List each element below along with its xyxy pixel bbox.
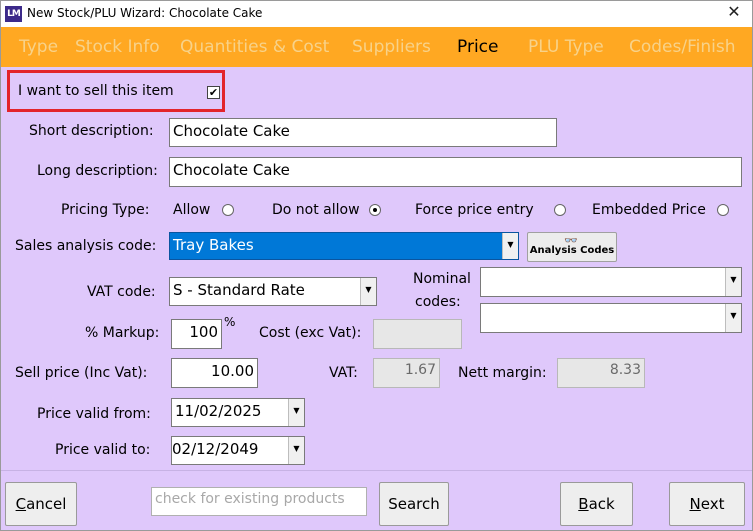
price-valid-from-picker[interactable]: 11/02/2025 ▼ [171, 398, 305, 427]
pricing-allow-radio[interactable] [222, 204, 234, 216]
vat-code-label: VAT code: [87, 284, 156, 300]
tab-codes-finish[interactable]: Codes/Finish [629, 37, 736, 57]
tab-quantities-cost[interactable]: Quantities & Cost [180, 37, 329, 57]
cancel-button[interactable]: Cancel [5, 482, 77, 526]
next-button-label: ext [700, 495, 725, 513]
next-button[interactable]: Next [669, 482, 745, 526]
search-button[interactable]: Search [379, 482, 449, 526]
nett-margin-field: 8.33 [557, 358, 645, 388]
pricing-force-price-label: Force price entry [415, 202, 534, 218]
sell-item-highlight: I want to sell this item ✔ [7, 70, 225, 112]
chevron-down-icon[interactable]: ▼ [360, 278, 376, 305]
markup-input[interactable]: 100 [171, 319, 222, 349]
long-description-input[interactable]: Chocolate Cake [169, 157, 742, 187]
price-valid-from-label: Price valid from: [37, 406, 151, 422]
chevron-down-icon[interactable]: ▼ [725, 304, 741, 332]
pricing-allow-label: Allow [173, 202, 211, 218]
next-button-mnemonic: N [689, 495, 701, 513]
app-logo-icon: LM [5, 6, 22, 22]
tab-type[interactable]: Type [19, 37, 58, 57]
nett-margin-label: Nett margin: [458, 365, 547, 381]
nominal-code-select-2[interactable]: ▼ [480, 303, 742, 333]
pricing-type-label: Pricing Type: [61, 202, 150, 218]
analysis-codes-button[interactable]: 👓 Analysis Codes [527, 232, 617, 262]
wizard-tab-bar: Type Stock Info Quantities & Cost Suppli… [1, 27, 752, 67]
cancel-button-label: ancel [26, 495, 67, 513]
pricing-force-price-radio[interactable] [554, 204, 566, 216]
cost-label: Cost (exc Vat): [259, 325, 362, 341]
pricing-embedded-price-radio[interactable] [717, 204, 729, 216]
price-valid-to-picker[interactable]: 02/12/2049 ▼ [171, 436, 305, 465]
chevron-down-icon[interactable]: ▼ [288, 399, 304, 426]
price-valid-to-label: Price valid to: [55, 442, 151, 458]
sales-analysis-select[interactable]: Tray Bakes ▼ [169, 232, 519, 260]
wizard-window: LM New Stock/PLU Wizard: Chocolate Cake … [0, 0, 753, 531]
chevron-down-icon[interactable]: ▼ [288, 437, 304, 464]
vat-label: VAT: [329, 365, 358, 381]
chevron-down-icon[interactable]: ▼ [725, 268, 741, 296]
short-description-input[interactable]: Chocolate Cake [169, 118, 557, 147]
sell-price-input[interactable]: 10.00 [171, 358, 258, 388]
markup-percent-suffix: % [224, 315, 236, 329]
tab-plu-type[interactable]: PLU Type [528, 37, 604, 57]
back-button-mnemonic: B [578, 495, 589, 513]
sell-item-checkbox[interactable]: ✔ [207, 86, 220, 99]
pricing-do-not-allow-radio[interactable] [369, 204, 381, 216]
nominal-codes-label-line1: Nominal [413, 271, 471, 287]
pricing-embedded-price-label: Embedded Price [592, 202, 706, 218]
back-button-label: ack [588, 495, 615, 513]
long-description-label: Long description: [37, 163, 158, 179]
window-title: New Stock/PLU Wizard: Chocolate Cake [27, 6, 263, 20]
title-bar: LM New Stock/PLU Wizard: Chocolate Cake … [1, 1, 752, 27]
tab-stock-info[interactable]: Stock Info [75, 37, 160, 57]
cancel-button-mnemonic: C [15, 495, 27, 513]
price-valid-from-value: 11/02/2025 [175, 402, 262, 420]
chevron-down-icon[interactable]: ▼ [502, 233, 518, 259]
product-search-input[interactable]: check for existing products [151, 487, 367, 516]
short-description-label: Short description: [29, 123, 154, 139]
nominal-code-select-1[interactable]: ▼ [480, 267, 742, 297]
sales-analysis-value: Tray Bakes [173, 236, 254, 254]
back-button[interactable]: Back [560, 482, 633, 526]
price-valid-to-value: 02/12/2049 [172, 440, 259, 458]
tab-suppliers[interactable]: Suppliers [352, 37, 431, 57]
sell-price-label: Sell price (Inc Vat): [15, 365, 148, 381]
analysis-codes-label: Analysis Codes [529, 245, 615, 256]
vat-code-value: S - Standard Rate [173, 281, 305, 299]
vat-code-select[interactable]: S - Standard Rate ▼ [169, 277, 377, 306]
sales-analysis-label: Sales analysis code: [15, 238, 157, 254]
footer-bar: Cancel check for existing products Searc… [1, 470, 752, 530]
nominal-codes-label-line2: codes: [415, 294, 461, 310]
markup-label: % Markup: [85, 325, 160, 341]
close-icon[interactable]: ✕ [724, 2, 744, 22]
pricing-do-not-allow-label: Do not allow [272, 202, 360, 218]
sell-item-label: I want to sell this item [18, 83, 174, 99]
tab-price[interactable]: Price [457, 37, 498, 57]
vat-amount-field: 1.67 [373, 358, 440, 388]
cost-input [373, 319, 462, 349]
